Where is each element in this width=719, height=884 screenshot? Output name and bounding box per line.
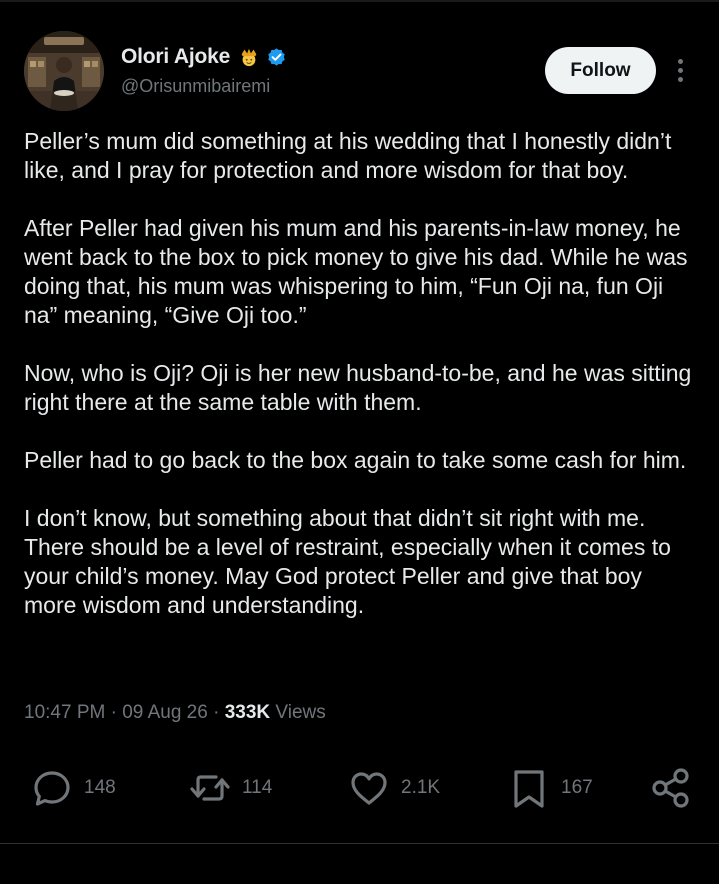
meta-separator: · — [110, 702, 117, 723]
like-button[interactable]: 2.1K — [347, 764, 440, 812]
share-button[interactable] — [649, 764, 693, 812]
top-border — [0, 0, 719, 2]
tweet-paragraph: Peller’s mum did something at his weddin… — [24, 128, 672, 183]
more-vertical-icon[interactable] — [668, 55, 692, 87]
heart-icon — [351, 772, 387, 805]
repost-count: 114 — [242, 777, 273, 798]
repost-button[interactable]: 114 — [188, 764, 272, 812]
author-display-name[interactable]: Olori Ajoke — [121, 45, 230, 69]
tweet-text: Peller’s mum did something at his weddin… — [24, 127, 699, 649]
reply-icon — [34, 771, 70, 806]
tweet-meta: 10:47 PM · 09 Aug 26 · 333K Views — [24, 702, 326, 724]
follow-button[interactable]: Follow — [545, 47, 656, 94]
avatar-image — [24, 31, 104, 111]
tweet-paragraph: I don’t know, but something about that d… — [24, 505, 671, 618]
views-label: Views — [275, 702, 326, 723]
tweet-date[interactable]: 09 Aug 26 — [122, 702, 208, 723]
share-icon — [652, 768, 689, 808]
author-handle[interactable]: @Orisunmibairemi — [121, 76, 270, 97]
verified-badge-icon[interactable] — [266, 47, 287, 68]
crown-icon — [238, 46, 260, 68]
tweet-paragraph: After Peller had given his mum and his p… — [24, 215, 688, 328]
divider — [0, 843, 719, 844]
avatar[interactable] — [24, 31, 104, 111]
bookmark-icon — [514, 770, 544, 808]
author-name-row[interactable]: Olori Ajoke — [121, 42, 287, 72]
tweet-paragraph: Now, who is Oji? Oji is her new husband-… — [24, 360, 692, 415]
bookmark-button[interactable]: 167 — [507, 764, 593, 812]
like-count: 2.1K — [401, 777, 441, 798]
meta-separator: · — [213, 702, 220, 723]
tweet-time[interactable]: 10:47 PM — [24, 702, 105, 723]
reply-button[interactable]: 148 — [30, 764, 116, 812]
tweet-paragraph: Peller had to go back to the box again t… — [24, 447, 687, 473]
bookmark-count: 167 — [561, 777, 593, 798]
action-bar: 148 114 2.1K 167 — [0, 764, 719, 812]
views-count[interactable]: 333K — [225, 702, 270, 723]
reply-count: 148 — [84, 777, 116, 798]
repost-icon — [190, 775, 230, 801]
